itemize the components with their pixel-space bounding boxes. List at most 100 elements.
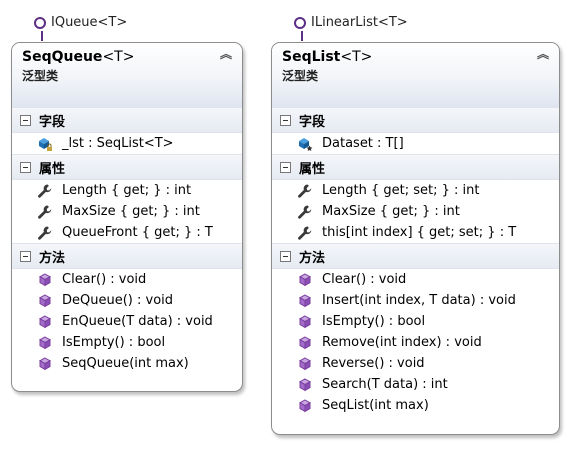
wrench-icon bbox=[297, 204, 313, 220]
class-subtitle: 泛型类 bbox=[22, 69, 59, 83]
method-cube-icon bbox=[297, 272, 313, 288]
property-row[interactable]: MaxSize { get; } : int bbox=[12, 201, 242, 222]
method-row[interactable]: IsEmpty() : bool bbox=[12, 332, 242, 353]
method-row-label: SeqList(int max) bbox=[322, 398, 429, 413]
collapse-toggle-icon[interactable] bbox=[20, 114, 31, 126]
method-cube-icon bbox=[297, 356, 313, 372]
wrench-icon bbox=[297, 183, 313, 199]
method-row[interactable]: Clear() : void bbox=[12, 269, 242, 290]
method-row-label: Clear() : void bbox=[62, 272, 147, 287]
ilinearlist-interface-lollipop: ILinearList<T> bbox=[294, 15, 408, 41]
collapse-toggle-icon[interactable] bbox=[280, 250, 291, 262]
method-row-label: IsEmpty() : bool bbox=[62, 335, 166, 350]
seqqueue-class-box[interactable]: SeqQueue<T> 泛型类 ︽ 字段 _lst : SeqList<T> 属… bbox=[11, 42, 243, 392]
property-row-label: QueueFront { get; } : T bbox=[62, 225, 213, 240]
class-type-params: <T> bbox=[102, 49, 135, 65]
double-chevron-up-icon[interactable]: ︽ bbox=[537, 48, 549, 60]
method-row[interactable]: SeqQueue(int max) bbox=[12, 353, 242, 374]
methods-list: Clear() : void DeQueue() : void EnQueue(T … bbox=[12, 269, 242, 374]
method-cube-icon bbox=[297, 335, 313, 351]
method-cube-icon bbox=[297, 377, 313, 393]
property-row-label: Length { get; set; } : int bbox=[322, 183, 480, 198]
method-row[interactable]: Reverse() : void bbox=[272, 353, 559, 374]
class-header[interactable]: SeqList<T> 泛型类 ︽ bbox=[272, 43, 559, 107]
interface-name: IQueue<T> bbox=[51, 15, 128, 30]
method-row-label: Clear() : void bbox=[322, 272, 407, 287]
interface-lollipop-icon bbox=[294, 16, 306, 41]
method-row[interactable]: Insert(int index, T data) : void bbox=[272, 290, 559, 311]
property-row[interactable]: QueueFront { get; } : T bbox=[12, 222, 242, 243]
class-name: SeqList bbox=[282, 49, 341, 65]
class-name: SeqQueue bbox=[22, 49, 103, 65]
collapse-toggle-icon[interactable] bbox=[280, 161, 291, 173]
wrench-icon bbox=[37, 204, 53, 220]
section-label: 字段 bbox=[39, 114, 66, 130]
class-title: SeqList<T> bbox=[282, 49, 549, 65]
method-row[interactable]: Search(T data) : int bbox=[272, 374, 559, 395]
method-cube-icon bbox=[37, 272, 53, 288]
method-row-label: SeqQueue(int max) bbox=[62, 356, 189, 371]
field-row[interactable]: Dataset : T[] bbox=[272, 133, 559, 154]
fields-list: Dataset : T[] bbox=[272, 133, 559, 154]
property-row[interactable]: Length { get; set; } : int bbox=[272, 180, 559, 201]
property-row-label: this[int index] { get; set; } : T bbox=[322, 225, 517, 240]
collapse-toggle-icon[interactable] bbox=[20, 250, 31, 262]
property-row[interactable]: MaxSize { get; } : int bbox=[272, 201, 559, 222]
property-row[interactable]: Length { get; } : int bbox=[12, 180, 242, 201]
class-header[interactable]: SeqQueue<T> 泛型类 ︽ bbox=[12, 43, 242, 107]
property-row-label: MaxSize { get; } : int bbox=[322, 204, 460, 219]
wrench-icon bbox=[37, 183, 53, 199]
properties-section-header[interactable]: 属性 bbox=[12, 154, 242, 180]
method-cube-icon bbox=[37, 335, 53, 351]
properties-section-header[interactable]: 属性 bbox=[272, 154, 559, 180]
collapse-toggle-icon[interactable] bbox=[20, 161, 31, 173]
section-label: 属性 bbox=[299, 161, 326, 177]
field-star-icon bbox=[297, 136, 313, 152]
methods-section-header[interactable]: 方法 bbox=[272, 243, 559, 269]
field-row-label: _lst : SeqList<T> bbox=[62, 136, 174, 151]
method-row[interactable]: SeqList(int max) bbox=[272, 395, 559, 416]
method-cube-icon bbox=[297, 398, 313, 414]
class-title: SeqQueue<T> bbox=[22, 49, 232, 65]
method-row[interactable]: Remove(int index) : void bbox=[272, 332, 559, 353]
method-row-label: Remove(int index) : void bbox=[322, 335, 482, 350]
method-row-label: Insert(int index, T data) : void bbox=[322, 293, 516, 308]
seqlist-class-box[interactable]: SeqList<T> 泛型类 ︽ 字段 Dataset : T[] 属性 Len… bbox=[271, 42, 560, 435]
methods-list: Clear() : void Insert(int index, T data) … bbox=[272, 269, 559, 416]
wrench-icon bbox=[297, 225, 313, 241]
property-row-label: Length { get; } : int bbox=[62, 183, 192, 198]
class-type-params: <T> bbox=[340, 49, 373, 65]
methods-section-header[interactable]: 方法 bbox=[12, 243, 242, 269]
method-row-label: IsEmpty() : bool bbox=[322, 314, 426, 329]
method-cube-icon bbox=[297, 293, 313, 309]
method-row[interactable]: Clear() : void bbox=[272, 269, 559, 290]
interface-lollipop-icon bbox=[34, 16, 46, 41]
method-row[interactable]: DeQueue() : void bbox=[12, 290, 242, 311]
double-chevron-up-icon[interactable]: ︽ bbox=[220, 48, 232, 60]
method-cube-icon bbox=[37, 293, 53, 309]
property-row-label: MaxSize { get; } : int bbox=[62, 204, 200, 219]
property-row[interactable]: this[int index] { get; set; } : T bbox=[272, 222, 559, 243]
method-row-label: Search(T data) : int bbox=[322, 377, 448, 392]
method-row-label: DeQueue() : void bbox=[62, 293, 174, 308]
field-lock-icon bbox=[37, 136, 53, 152]
method-row[interactable]: IsEmpty() : bool bbox=[272, 311, 559, 332]
iqueue-interface-lollipop: IQueue<T> bbox=[34, 15, 128, 41]
class-subtitle: 泛型类 bbox=[282, 69, 319, 83]
section-label: 方法 bbox=[299, 250, 326, 266]
fields-list: _lst : SeqList<T> bbox=[12, 133, 242, 154]
fields-section-header[interactable]: 字段 bbox=[272, 107, 559, 133]
section-label: 属性 bbox=[39, 161, 66, 177]
method-row-label: EnQueue(T data) : void bbox=[62, 314, 213, 329]
field-row[interactable]: _lst : SeqList<T> bbox=[12, 133, 242, 154]
collapse-toggle-icon[interactable] bbox=[280, 114, 291, 126]
properties-list: Length { get; set; } : int MaxSize { get;… bbox=[272, 180, 559, 243]
section-label: 字段 bbox=[299, 114, 326, 130]
interface-name: ILinearList<T> bbox=[311, 15, 408, 30]
method-row[interactable]: EnQueue(T data) : void bbox=[12, 311, 242, 332]
field-row-label: Dataset : T[] bbox=[322, 136, 404, 151]
method-row-label: Reverse() : void bbox=[322, 356, 425, 371]
fields-section-header[interactable]: 字段 bbox=[12, 107, 242, 133]
method-cube-icon bbox=[297, 314, 313, 330]
wrench-icon bbox=[37, 225, 53, 241]
